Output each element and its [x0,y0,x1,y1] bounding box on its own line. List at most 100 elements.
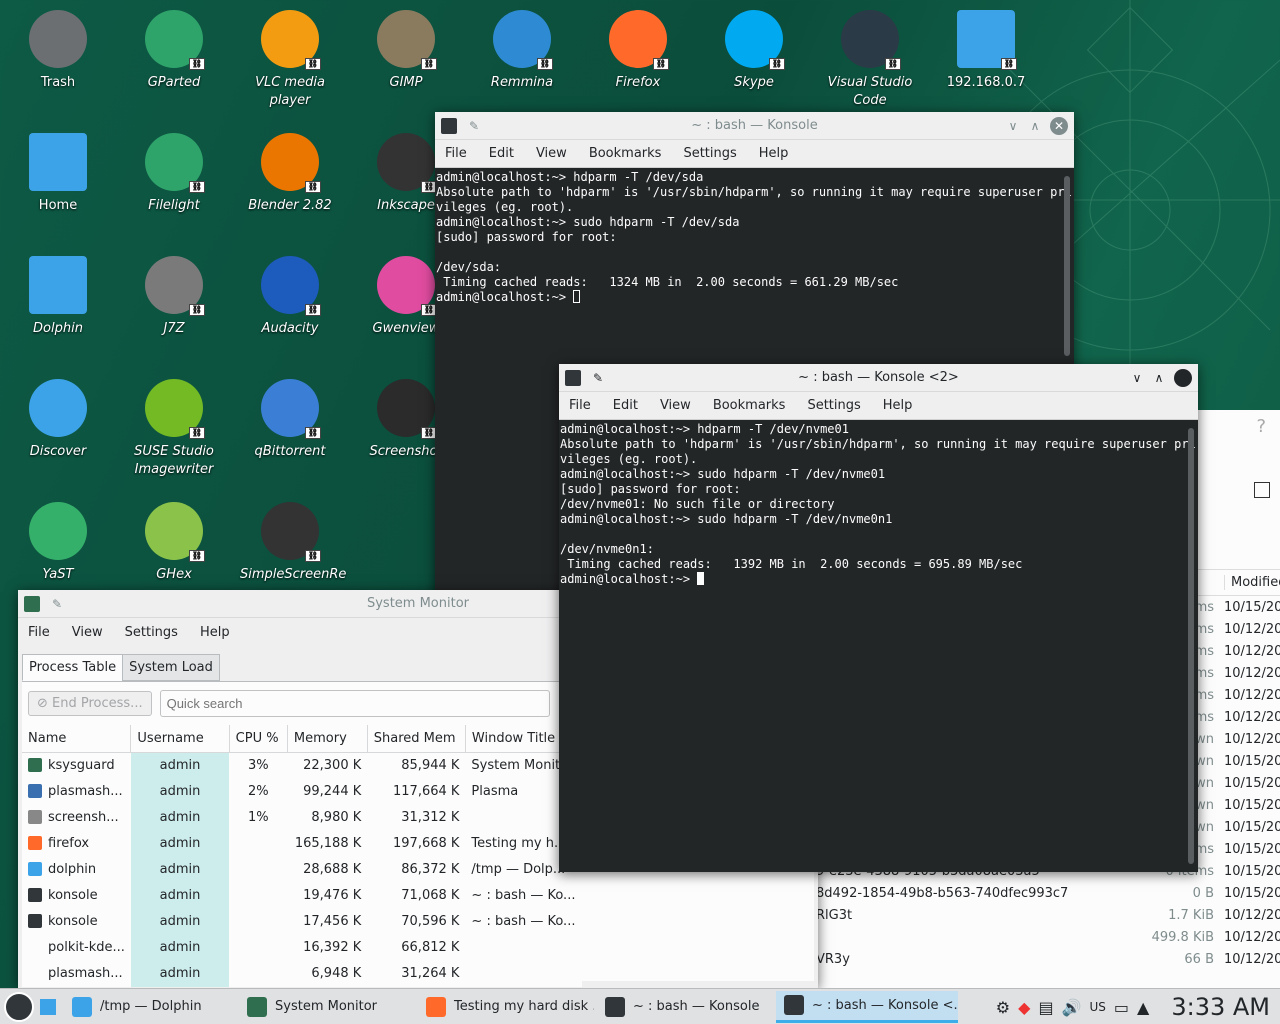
desktop-icon[interactable]: ⛓ SimpleScreenRe [240,502,346,584]
file-row[interactable]: 8d492-1854-49b8-b563-740dfec993c7 0 B 10/1… [812,882,1280,904]
tab-system-load[interactable]: System Load [122,654,220,681]
task-label: System Monitor [275,999,378,1014]
desktop-icon[interactable]: ⛓ qBittorrent [240,379,340,461]
desktop-icon[interactable]: Home [8,133,108,215]
table-row[interactable]: konsole admin 19,476 K 71,068 K ~ : bash — K… [22,882,582,909]
table-row[interactable]: firefox admin 165,188 K 197,668 K Testing my… [22,830,582,857]
show-desktop-icon[interactable] [40,998,56,1015]
menu-item[interactable]: Edit [489,146,514,161]
menu-item[interactable]: File [28,625,50,640]
table-row[interactable]: konsole admin 17,456 K 70,596 K ~ : bash — K… [22,908,582,935]
close-icon[interactable]: ✕ [1174,369,1192,387]
desktop-icon-label: Remmina [490,75,554,90]
taskbar-task[interactable]: Testing my hard disk ... [418,991,594,1023]
taskbar-task[interactable]: ~ : bash — Konsole [597,991,773,1023]
file-row[interactable]: RlG3t 1.7 KiB 10/12/20 [812,904,1280,926]
terminal-line: [sudo] password for root: [560,482,741,496]
desktop-icon[interactable]: Dolphin [8,256,108,338]
desktop-icon[interactable]: YaST [8,502,108,584]
clock[interactable]: 3:33 AM [1171,993,1270,1021]
desktop-icon[interactable]: ⛓ SUSE Studio Imagewriter [124,379,224,479]
column-header[interactable]: Shared Mem [367,725,466,753]
process-name-cell: konsole [22,883,131,909]
menu-item[interactable]: File [445,146,467,161]
taskbar-task[interactable]: ~ : bash — Konsole <... [776,990,958,1023]
table-row[interactable]: ksysguard admin 3% 22,300 K 85,944 K System M… [22,752,582,779]
maximize-icon[interactable]: ∧ [1026,117,1044,135]
menu-item[interactable]: Help [200,625,230,640]
desktop-icon[interactable]: ⛓ GIMP [356,10,456,92]
anydesk-icon[interactable]: ◆ [1018,998,1030,1017]
clipboard-icon[interactable]: ▤ [1038,998,1053,1017]
process-icon [28,966,42,980]
desktop-icon[interactable]: ⛓ Blender 2.82 [240,133,340,215]
menu-item[interactable]: Help [759,146,789,161]
desktop-icon[interactable]: ⛓ 192.168.0.7 [936,10,1036,92]
minimize-icon[interactable]: ∨ [1128,369,1146,387]
table-row[interactable]: polkit-kde... admin 16,392 K 66,812 K [22,934,582,961]
konsole-1-titlebar[interactable]: ✎ ~ : bash — Konsole ∨ ∧ ✕ [435,112,1074,140]
terminal-line: [sudo] password for root: [436,230,617,244]
menu-item[interactable]: Help [883,398,913,413]
table-row[interactable]: dolphin admin 28,688 K 86,372 K/tmp — Dolp.… [22,856,582,883]
konsole-window-2[interactable]: ✎ ~ : bash — Konsole <2> ∨ ∧ ✕ File Edit V… [559,364,1198,872]
konsole-2-scrollbar[interactable] [1188,428,1194,864]
menu-item[interactable]: Settings [807,398,860,413]
desktop-icon[interactable]: ⛓ GParted [124,10,224,92]
table-row[interactable]: plasmash... admin 2% 99,244 K 117,664 K Plasm… [22,778,582,805]
konsole-1-scrollbar[interactable] [1064,176,1070,356]
end-process-button[interactable]: ⊘ End Process... [28,691,152,716]
process-name: plasmash... [48,784,123,799]
desktop-icon[interactable]: ⛓ Firefox [588,10,688,92]
desktop-icon[interactable]: ⛓ Visual Studio Code [820,10,920,110]
menu-item[interactable]: Edit [613,398,638,413]
app-launcher-icon[interactable] [4,991,34,1022]
memory-cell: 28,688 K [303,862,362,877]
quick-search-input[interactable] [159,690,550,717]
desktop-icon[interactable]: ⛓ GHex [124,502,224,584]
tab-process-table[interactable]: Process Table [22,654,124,681]
desktop-icon[interactable]: ⛓ Remmina [472,10,572,92]
volume-icon[interactable]: 🔊 [1062,998,1082,1017]
network-icon[interactable]: ▭ [1114,998,1129,1017]
column-header[interactable]: Username [130,725,230,753]
desktop-icon[interactable]: Discover [8,379,108,461]
menu-item[interactable]: View [536,146,567,161]
menu-item[interactable]: Bookmarks [713,398,786,413]
view-icon[interactable] [1254,482,1270,498]
desktop-icon[interactable]: Trash [8,10,108,92]
table-row[interactable]: screensh... admin 1% 8,980 K 31,312 K [22,804,582,831]
file-size: 66 B [1184,951,1214,967]
task-app-icon [605,996,625,1017]
column-modified[interactable]: Modified [1224,575,1280,590]
help-icon[interactable]: ? [1256,416,1266,437]
taskbar-task[interactable]: /tmp — Dolphin [64,991,236,1023]
desktop-icon[interactable]: ⛓ Audacity [240,256,340,338]
konsole-2-terminal[interactable]: admin@localhost:~> hdparm -T /dev/nvme01… [559,420,1198,872]
menu-item[interactable]: View [660,398,691,413]
maximize-icon[interactable]: ∧ [1150,369,1168,387]
minimize-icon[interactable]: ∨ [1004,117,1022,135]
column-header[interactable]: CPU % [229,725,288,753]
tray-expand-icon[interactable]: ▲ [1137,998,1149,1017]
desktop-icon[interactable]: ⛓ VLC media player [240,10,340,110]
file-row[interactable]: 499.8 KiB 10/12/20 [812,926,1280,948]
taskbar-task[interactable]: System Monitor [239,991,415,1023]
table-row[interactable]: plasmash... admin 6,948 K 31,264 K [22,960,582,987]
menu-item[interactable]: View [72,625,103,640]
file-row[interactable]: VR3y 66 B 10/12/20 [812,948,1280,970]
keyboard-layout-icon[interactable]: US [1090,1000,1106,1014]
desktop-icon[interactable]: ⛓ Skype [704,10,804,92]
close-icon[interactable]: ✕ [1050,117,1068,135]
desktop-icon[interactable]: ⛓ Filelight [124,133,224,215]
desktop-icon[interactable]: ⛓ J7Z [124,256,224,338]
column-header[interactable]: Memory [287,725,368,753]
menu-item[interactable]: Bookmarks [589,146,662,161]
update-icon[interactable]: ⚙ [996,998,1010,1017]
konsole-2-titlebar[interactable]: ✎ ~ : bash — Konsole <2> ∨ ∧ ✕ [559,364,1198,392]
column-header[interactable]: Name [22,725,132,753]
menu-item[interactable]: File [569,398,591,413]
skype-icon: ⛓ [725,10,785,70]
menu-item[interactable]: Settings [125,625,178,640]
menu-item[interactable]: Settings [683,146,736,161]
